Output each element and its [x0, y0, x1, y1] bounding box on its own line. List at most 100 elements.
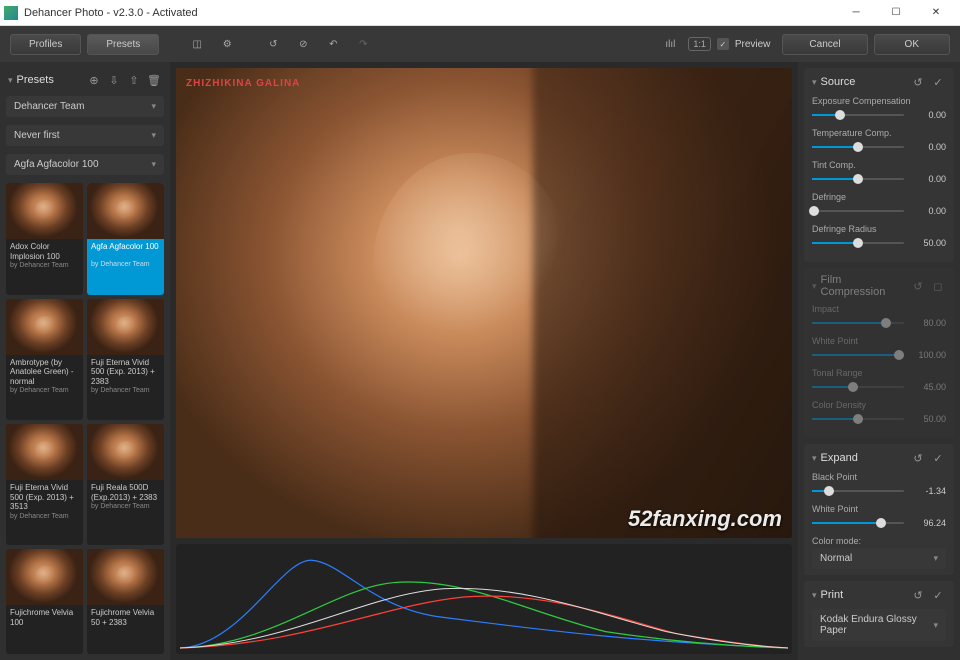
slider-label: Defringe: [812, 192, 946, 202]
preset-name: Agfa Agfacolor 100: [87, 239, 164, 261]
slider-value: 50.00: [908, 238, 946, 248]
power-icon[interactable]: ✓: [930, 74, 946, 90]
source-title: Source: [821, 76, 906, 88]
photographer-watermark: ZHIZHIKINA GALINA: [186, 78, 300, 89]
collapse-icon[interactable]: ▾: [8, 75, 13, 86]
preset-thumbnail: [87, 549, 164, 605]
slider-track[interactable]: [812, 522, 904, 524]
slider-label: White Point: [812, 336, 946, 346]
preset-author: [87, 628, 164, 631]
slider-track[interactable]: [812, 386, 904, 388]
slider-row: Defringe Radius50.00: [812, 224, 946, 250]
window-titlebar: Dehancer Photo - v2.3.0 - Activated ─ ☐ …: [0, 0, 960, 26]
history-icon[interactable]: ↺: [261, 32, 285, 56]
reset-icon[interactable]: ↺: [910, 587, 926, 603]
slider-track[interactable]: [812, 146, 904, 148]
minimize-button[interactable]: ─: [836, 0, 876, 26]
slider-row: Tint Comp.0.00: [812, 160, 946, 186]
preset-filter-sort[interactable]: Never first▾: [6, 125, 164, 146]
preset-item[interactable]: Adox Color Implosion 100by Dehancer Team: [6, 183, 83, 295]
delete-preset-icon[interactable]: 🗑: [146, 72, 162, 88]
reset-icon[interactable]: ↺: [910, 74, 926, 90]
slider-label: Tint Comp.: [812, 160, 946, 170]
compare-icon[interactable]: ◫: [185, 32, 209, 56]
preset-filter-film[interactable]: Agfa Agfacolor 100▾: [6, 154, 164, 175]
adjustments-panel: ▾Source↺✓ Exposure Compensation0.00Tempe…: [798, 62, 960, 660]
preset-thumbnail: [6, 299, 83, 355]
redo-icon[interactable]: ↷: [351, 32, 375, 56]
site-watermark: 52fanxing.com: [628, 506, 782, 532]
slider-track[interactable]: [812, 114, 904, 116]
collapse-icon[interactable]: ▾: [812, 77, 817, 88]
maximize-button[interactable]: ☐: [876, 0, 916, 26]
collapse-icon[interactable]: ▾: [812, 453, 817, 464]
preset-item[interactable]: Fujichrome Velvia 50 + 2383: [87, 549, 164, 654]
print-title: Print: [821, 589, 906, 601]
slider-value: 45.00: [908, 382, 946, 392]
main-toolbar: Profiles Presets ◫ ⚙ ↺ ⊘ ↶ ↷ ılıl 1:1 ✓ …: [0, 26, 960, 62]
slider-track[interactable]: [812, 354, 904, 356]
power-icon[interactable]: ◻: [930, 278, 946, 294]
slider-value: 50.00: [908, 414, 946, 424]
image-viewer[interactable]: ZHIZHIKINA GALINA 52fanxing.com: [176, 68, 792, 538]
reset-icon[interactable]: ↺: [910, 278, 926, 294]
zoom-ratio[interactable]: 1:1: [688, 37, 711, 51]
preview-label: Preview: [735, 39, 771, 50]
cancel-button[interactable]: Cancel: [782, 34, 867, 55]
preset-item[interactable]: Agfa Agfacolor 100by Dehancer Team: [87, 183, 164, 295]
slider-row: Color Density 50.00: [812, 400, 946, 426]
preset-item[interactable]: Fuji Eterna Vivid 500 (Exp. 2013) + 2383…: [87, 299, 164, 420]
slider-track[interactable]: [812, 490, 904, 492]
slider-value: 80.00: [908, 318, 946, 328]
slider-value: 100.00: [908, 350, 946, 360]
preset-item[interactable]: Fuji Reala 500D (Exp.2013) + 2383by Deha…: [87, 424, 164, 545]
profiles-tab[interactable]: Profiles: [10, 34, 81, 55]
undo-icon[interactable]: ↶: [321, 32, 345, 56]
slider-label: Color Density: [812, 400, 946, 410]
presets-tab[interactable]: Presets: [87, 34, 159, 55]
ok-button[interactable]: OK: [874, 34, 950, 55]
levels-icon[interactable]: ılıl: [658, 32, 682, 56]
slider-value: 96.24: [908, 518, 946, 528]
close-button[interactable]: ✕: [916, 0, 956, 26]
slider-row: Impact80.00: [812, 304, 946, 330]
collapse-icon[interactable]: ▾: [812, 590, 817, 601]
slider-label: White Point: [812, 504, 946, 514]
slider-track[interactable]: [812, 322, 904, 324]
preset-item[interactable]: Ambrotype (by Anatolee Green) - normalby…: [6, 299, 83, 420]
source-section: ▾Source↺✓ Exposure Compensation0.00Tempe…: [804, 68, 954, 262]
preset-author: by Dehancer Team: [87, 503, 164, 513]
preset-thumbnail: [87, 183, 164, 239]
expand-title: Expand: [821, 452, 906, 464]
slider-value: -1.34: [908, 486, 946, 496]
slider-track[interactable]: [812, 418, 904, 420]
collapse-icon[interactable]: ▾: [812, 281, 817, 292]
disable-icon[interactable]: ⊘: [291, 32, 315, 56]
preset-thumbnail: [6, 549, 83, 605]
power-icon[interactable]: ✓: [930, 587, 946, 603]
colormode-dropdown[interactable]: Normal▾: [812, 548, 946, 569]
slider-value: 0.00: [908, 110, 946, 120]
preset-filter-author[interactable]: Dehancer Team▾: [6, 96, 164, 117]
reset-icon[interactable]: ↺: [910, 450, 926, 466]
slider-track[interactable]: [812, 242, 904, 244]
slider-value: 0.00: [908, 142, 946, 152]
preset-name: Fuji Reala 500D (Exp.2013) + 2383: [87, 480, 164, 503]
slider-track[interactable]: [812, 210, 904, 212]
preset-name: Ambrotype (by Anatolee Green) - normal: [6, 355, 83, 388]
slider-value: 0.00: [908, 206, 946, 216]
colormode-label: Color mode:: [812, 536, 946, 546]
settings-icon[interactable]: ⚙: [215, 32, 239, 56]
slider-label: Tonal Range: [812, 368, 946, 378]
slider-row: Defringe 0.00: [812, 192, 946, 218]
export-preset-icon[interactable]: ⇩: [106, 72, 122, 88]
power-icon[interactable]: ✓: [930, 450, 946, 466]
slider-row: Tonal Range 45.00: [812, 368, 946, 394]
add-preset-icon[interactable]: ⊕: [86, 72, 102, 88]
preset-item[interactable]: Fuji Eterna Vivid 500 (Exp. 2013) + 3513…: [6, 424, 83, 545]
preset-item[interactable]: Fujichrome Velvia 100: [6, 549, 83, 654]
import-preset-icon[interactable]: ⇧: [126, 72, 142, 88]
slider-track[interactable]: [812, 178, 904, 180]
preview-checkbox[interactable]: ✓: [717, 38, 729, 50]
paper-dropdown[interactable]: Kodak Endura Glossy Paper▾: [812, 609, 946, 641]
